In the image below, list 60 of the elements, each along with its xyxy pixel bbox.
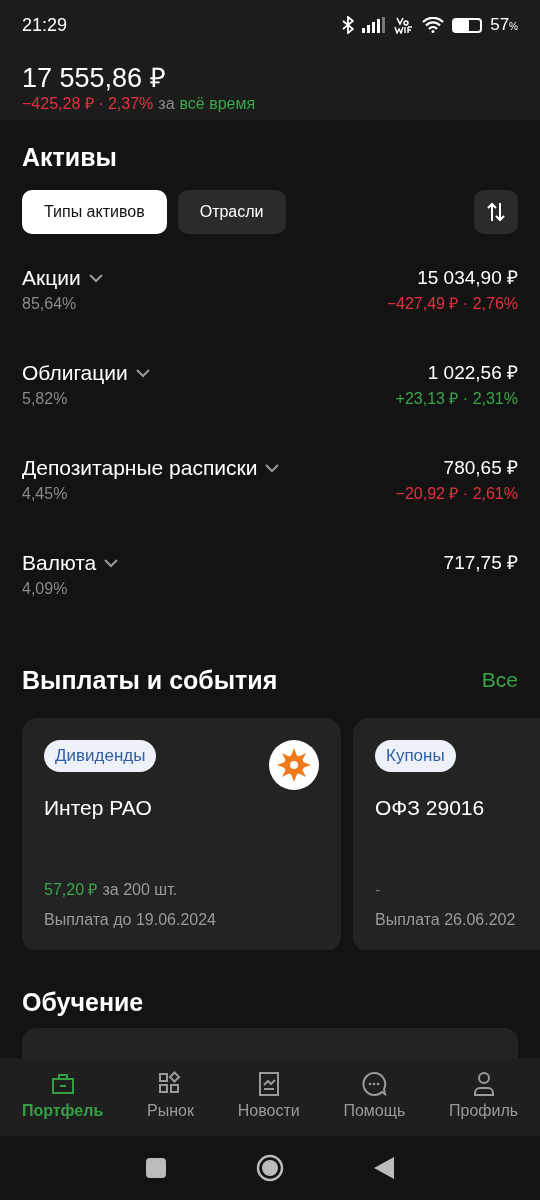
battery-icon [452,17,483,33]
event-card[interactable]: Дивиденды Интер РАО 57,20 ₽ за 200 шт. Выплата до 19.06.2024 [22,718,341,950]
nav-tab[interactable]: Профиль [449,1071,519,1123]
asset-value: 15 034,90 ₽ [417,266,518,290]
chevron-icon[interactable] [135,368,150,378]
signal-icon [362,17,387,33]
asset-name: Валюта [22,550,97,576]
tab[interactable]: Типы активов [22,190,167,234]
asset-change: −20,92 ₽ · 2,61% [395,484,518,504]
recents-icon[interactable] [146,1158,166,1178]
briefcase-icon [49,1071,76,1097]
payout-date: Выплата 26.06.202 [375,910,517,930]
asset-share: 5,82% [22,389,69,409]
sort-icon [485,201,507,223]
chevron-icon[interactable] [88,273,103,283]
percent-sign: % [509,21,518,35]
asset-change: +23,13 ₽ · 2,31% [395,389,518,409]
nav-tab[interactable]: Портфель [21,1071,104,1123]
asset-share: 4,09% [22,579,69,599]
asset-value: 717,75 ₽ [443,551,518,575]
event-name: ОФЗ 29016 [375,795,486,821]
bluetooth-icon [342,16,355,34]
asset-name: Акции [22,265,81,291]
portfolio-total: 17 555,86 ₽ [22,62,167,94]
payout-amount: 57,20 ₽ [44,880,98,900]
period-link[interactable]: всё время [179,94,256,114]
battery-percent: 57 [490,14,510,37]
asset-value: 780,65 ₽ [443,456,518,480]
asset-value: 1 022,56 ₽ [427,361,518,385]
asset-share: 4,45% [22,484,69,504]
event-tag: Купоны [375,740,456,772]
total-change: −425,28 ₽ · 2,37% [22,94,154,114]
period-prefix: за [158,94,175,114]
home-icon[interactable] [256,1154,284,1182]
nav-tab[interactable]: Помощь [343,1071,406,1123]
status-time: 21:29 [22,13,68,37]
chevron-icon[interactable] [104,558,119,568]
section-title: Активы [21,142,118,173]
event-tag: Дивиденды [44,740,157,772]
event-name: Интер РАО [44,795,153,821]
asset-share: 85,64% [22,294,78,314]
wifi-icon [422,17,445,33]
asset-change: −427,49 ₽ · 2,76% [386,294,518,314]
chat-icon [361,1071,388,1097]
asset-name: Депозитарные расписки [22,455,258,481]
chevron-icon[interactable] [265,463,280,473]
sort-button[interactable] [474,190,518,234]
all-link[interactable]: Все [481,664,518,696]
section-title: Выплаты и события [22,665,278,696]
event-card[interactable]: Купоны ОФЗ 29016 - Выплата 26.06.202 [353,718,540,950]
nav-tab[interactable]: Рынок [147,1071,194,1123]
asset-name: Облигации [22,360,128,386]
nav-tab[interactable]: Новости [237,1071,300,1123]
payout-amount: - [375,880,381,900]
payout-quantity: за 200 шт. [102,880,178,900]
payout-date: Выплата до 19.06.2024 [44,910,217,930]
back-icon[interactable] [374,1157,394,1179]
vowifi-icon [394,16,415,34]
section-title: Обучение [21,987,145,1018]
tab[interactable]: Отрасли [177,190,286,234]
